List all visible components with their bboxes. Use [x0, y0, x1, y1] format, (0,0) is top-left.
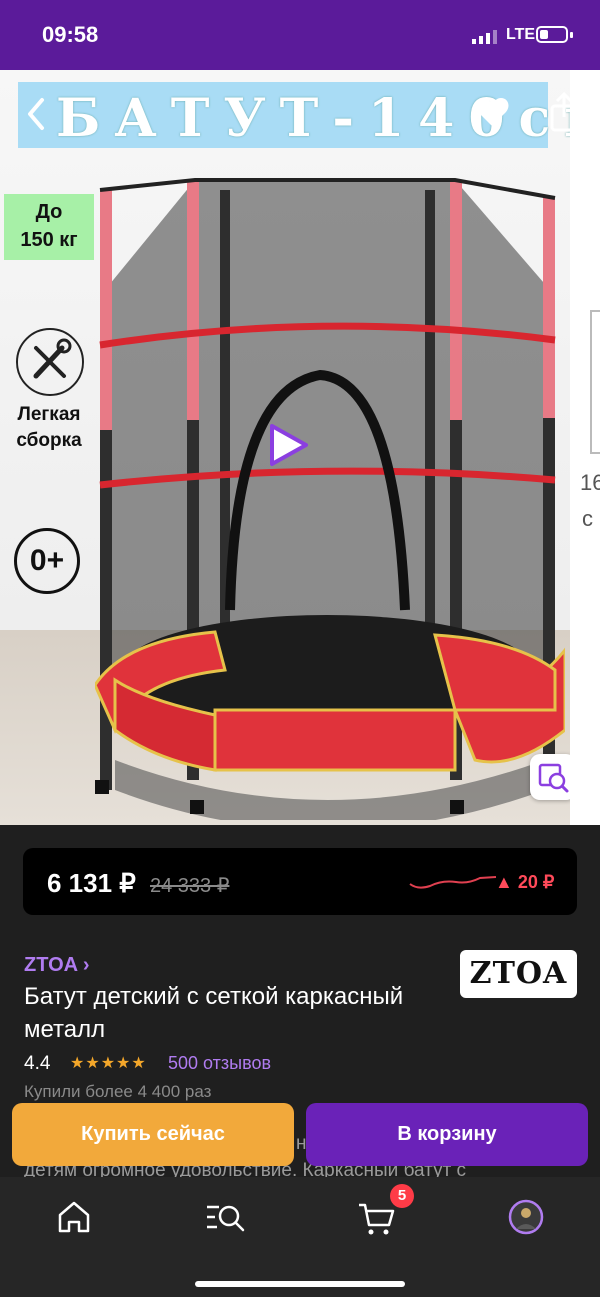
- chevron-left-icon: [28, 98, 44, 130]
- brand-logo[interactable]: ZTOA: [460, 950, 577, 998]
- price-delta: ▲ 20 ₽: [495, 872, 555, 892]
- home-icon: [58, 1201, 90, 1233]
- product-title: Батут детский с сеткой каркасный металл: [24, 983, 404, 1043]
- signal-icon: [472, 30, 497, 44]
- battery-tip: [570, 32, 573, 38]
- bottom-tab-bar: [0, 1177, 600, 1297]
- catalog-search-icon: [207, 1205, 245, 1232]
- brand-link[interactable]: ZTOA ›: [24, 954, 90, 977]
- play-video-button[interactable]: [264, 422, 310, 468]
- age-rating-badge: 0+: [14, 528, 80, 594]
- next-image-peek: 16 с: [570, 70, 600, 825]
- current-price: 6 131 ₽: [47, 868, 136, 898]
- assembly-line-2: сборка: [16, 430, 82, 451]
- assembly-line-1: Легкая: [17, 404, 81, 425]
- weight-label-top: До: [35, 201, 63, 223]
- next-image-frame: [590, 310, 600, 454]
- title-banner-text: БАТУТ-140см: [56, 88, 600, 149]
- reviews-link[interactable]: 500 отзывов: [168, 1053, 271, 1074]
- title-banner: БАТУТ-140см: [18, 82, 600, 149]
- status-bar: 09:58 LTE: [0, 0, 600, 70]
- network-type: LTE: [506, 26, 536, 43]
- buy-now-button[interactable]: Купить сейчас: [12, 1103, 294, 1166]
- description-fragment: н: [296, 1133, 307, 1154]
- trampoline-photo: [95, 178, 565, 820]
- rating-stars-icon: ★★★★★: [70, 1055, 147, 1072]
- weight-limit-badge: До 150 кг: [4, 194, 94, 260]
- old-price: 24 333 ₽: [150, 875, 230, 897]
- tools-icon: [16, 328, 84, 396]
- add-to-cart-button[interactable]: В корзину: [306, 1103, 588, 1166]
- weight-label-bottom: 150 кг: [20, 229, 78, 251]
- battery-icon: [536, 26, 568, 43]
- rating-score: 4.4: [24, 1053, 51, 1074]
- purchase-count: Купили более 4 400 раз: [24, 1082, 212, 1101]
- cart-count-badge: 5: [390, 1184, 414, 1208]
- tab-profile[interactable]: [502, 1195, 550, 1239]
- tab-catalog[interactable]: [201, 1195, 249, 1239]
- product-gallery[interactable]: БАТУТ-140см До 150 кг Легкая сборка 0+ 1…: [0, 70, 600, 825]
- favorite-button[interactable]: [472, 92, 512, 132]
- next-image-text-2: с: [582, 506, 593, 531]
- heart-icon: [475, 98, 509, 126]
- easy-assembly-label: Легкая сборка: [4, 402, 94, 454]
- next-image-text-1: 16: [580, 470, 600, 495]
- status-time: 09:58: [42, 22, 99, 47]
- back-button[interactable]: [22, 94, 52, 134]
- avatar-icon: [508, 1199, 544, 1235]
- tab-home[interactable]: [50, 1195, 98, 1239]
- price-card[interactable]: 6 131 ₽ 24 333 ₽ ▲ 20 ₽: [23, 848, 577, 915]
- play-icon: [270, 424, 308, 466]
- price-trend-sparkline: [409, 876, 497, 889]
- home-indicator[interactable]: [195, 1281, 405, 1287]
